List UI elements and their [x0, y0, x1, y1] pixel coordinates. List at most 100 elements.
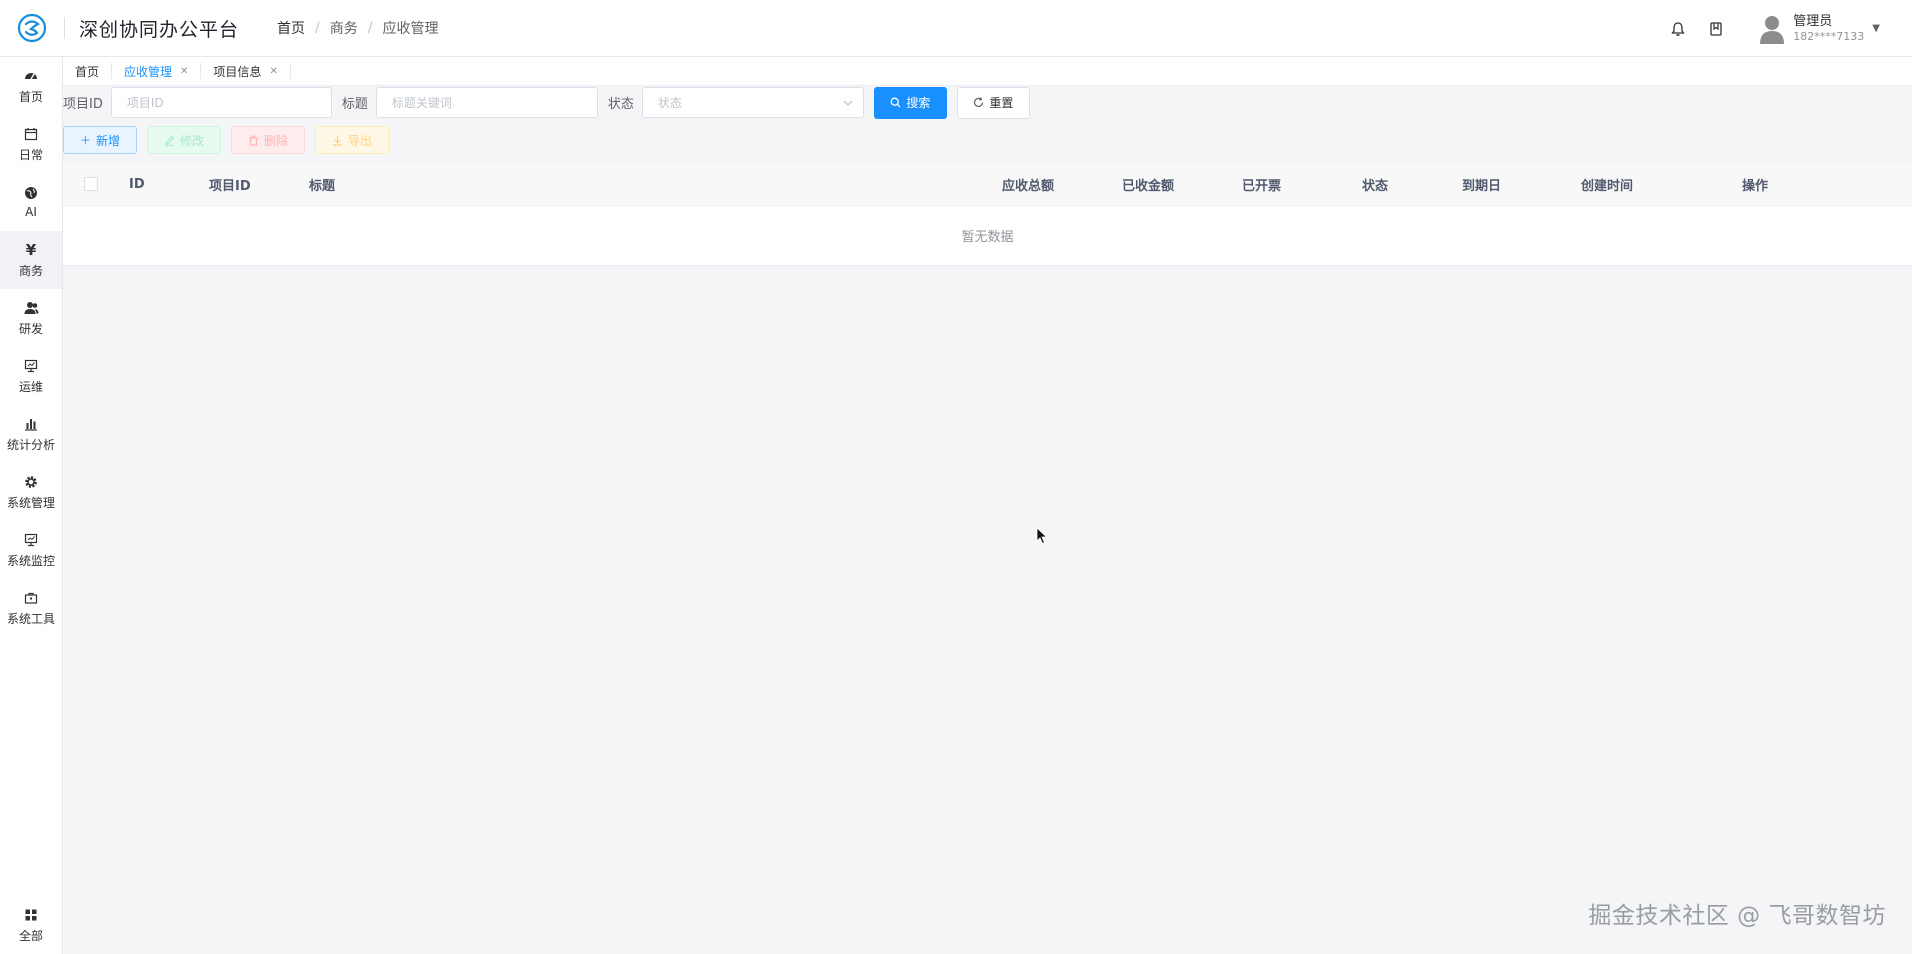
col-id: ID [129, 176, 145, 192]
breadcrumb-sep: / [315, 20, 320, 36]
tabs-bar: 首页 应收管理 ✕ 项目信息 ✕ [63, 57, 1912, 86]
logo-divider [64, 17, 65, 39]
breadcrumb-receivables: 应收管理 [382, 21, 439, 37]
download-icon [332, 135, 342, 146]
tab-project-info[interactable]: 项目信息 ✕ [201, 63, 291, 79]
tab-receivables[interactable]: 应收管理 ✕ [112, 63, 202, 79]
status-label: 状态 [607, 97, 634, 112]
plus-icon: ＋ [79, 134, 91, 147]
status-select-placeholder: 状态 [657, 96, 682, 110]
users-icon [23, 300, 39, 316]
user-phone: 182****7133 [1793, 29, 1865, 43]
sidebar-item-label: 运维 [18, 379, 43, 394]
sidebar-item-stats[interactable]: 统计分析 [0, 405, 62, 463]
avatar[interactable] [1759, 14, 1785, 44]
sidebar-item-ops[interactable]: 运维 [0, 347, 62, 405]
close-icon[interactable]: ✕ [180, 66, 188, 77]
add-button[interactable]: ＋ 新增 [63, 126, 137, 154]
sidebar-item-daily[interactable]: 日常 [0, 115, 62, 173]
delete-button[interactable]: 删除 [231, 126, 305, 154]
action-toolbar: ＋ 新增 修改 删除 导出 [63, 126, 399, 154]
sidebar-item-label: 系统工具 [6, 611, 55, 626]
project-id-label: 项目ID [63, 97, 103, 112]
sidebar-item-ai[interactable]: AI [0, 173, 62, 231]
top-header: 深创协同办公平台 首页 / 商务 / 应收管理 管理员 182****7133 … [0, 0, 1912, 57]
edit-icon [164, 135, 175, 146]
breadcrumb-sep: / [367, 20, 373, 36]
app-logo[interactable] [17, 13, 47, 43]
col-status: 状态 [1362, 178, 1389, 194]
sidebar-item-system-admin[interactable]: 系统管理 [0, 463, 62, 521]
sidebar-item-label: 统计分析 [6, 437, 55, 452]
tab-label: 项目信息 [213, 64, 262, 79]
breadcrumb: 首页 / 商务 / 应收管理 [277, 18, 438, 38]
user-info[interactable]: 管理员 182****7133 [1793, 14, 1864, 44]
reset-button[interactable]: 重置 [956, 86, 1030, 119]
breadcrumb-business: 商务 [329, 21, 358, 37]
col-actions: 操作 [1742, 178, 1769, 194]
edit-button[interactable]: 修改 [147, 126, 221, 154]
sidebar: 首页 日常 AI ¥ 商务 研发 运维 统计分析 系统管理 系统监控 系统工具 … [0, 57, 63, 954]
document-icon[interactable] [1707, 20, 1725, 38]
search-button-label: 搜索 [906, 96, 931, 110]
tab-label: 应收管理 [124, 64, 173, 79]
tab-label: 首页 [75, 64, 100, 79]
title-input[interactable]: 标题关键词 [375, 87, 598, 118]
receivables-table: ID 项目ID 标题 应收总额 已收金额 已开票 状态 到期日 创建时间 操作 … [63, 162, 1912, 266]
title-label: 标题 [341, 97, 368, 112]
sidebar-item-system-tools[interactable]: 系统工具 [0, 579, 62, 637]
caret-down-icon[interactable]: ▼ [1872, 23, 1880, 34]
app-title: 深创协同办公平台 [79, 18, 240, 41]
col-received-amount: 已收金额 [1122, 178, 1175, 194]
search-icon [890, 97, 901, 108]
calendar-icon [23, 126, 39, 142]
search-form: 项目ID 项目ID 标题 标题关键词 状态 状态 搜索 重置 [63, 86, 1030, 119]
col-receivable-total: 应收总额 [1002, 178, 1055, 194]
sidebar-item-all[interactable]: 全部 [0, 896, 62, 954]
sidebar-item-business[interactable]: ¥ 商务 [0, 231, 62, 289]
close-icon[interactable]: ✕ [269, 66, 277, 77]
sidebar-item-rd[interactable]: 研发 [0, 289, 62, 347]
edit-button-label: 修改 [179, 133, 204, 148]
select-all-cell[interactable] [84, 162, 98, 206]
chevron-down-icon [843, 100, 853, 106]
col-due-date: 到期日 [1462, 178, 1502, 194]
export-button-label: 导出 [347, 133, 372, 148]
monitor-icon [23, 358, 39, 374]
add-button-label: 新增 [95, 133, 120, 148]
tab-home[interactable]: 首页 [63, 63, 113, 79]
breadcrumb-home[interactable]: 首页 [277, 18, 305, 38]
search-button[interactable]: 搜索 [873, 86, 947, 119]
reset-button-label: 重置 [989, 96, 1014, 110]
monitor-icon [23, 532, 39, 548]
bar-chart-icon [23, 416, 39, 432]
status-select[interactable]: 状态 [641, 87, 864, 118]
sidebar-item-label: 系统监控 [6, 553, 55, 568]
project-id-input[interactable]: 项目ID [110, 87, 332, 118]
grid-icon [23, 907, 39, 923]
globe-icon [23, 185, 39, 201]
sidebar-item-label: 系统管理 [6, 495, 55, 510]
toolbox-icon [23, 590, 39, 606]
dashboard-icon [23, 68, 39, 84]
sidebar-item-label: 日常 [18, 147, 43, 162]
mouse-cursor-icon [1036, 527, 1048, 545]
header-right: 管理员 182****7133 ▼ [1669, 0, 1880, 57]
sidebar-item-label: AI [25, 205, 37, 219]
yen-icon: ¥ [25, 240, 37, 259]
user-name: 管理员 [1793, 13, 1833, 29]
bell-icon[interactable] [1669, 20, 1687, 38]
sidebar-item-home[interactable]: 首页 [0, 57, 62, 115]
export-button[interactable]: 导出 [315, 126, 389, 154]
sidebar-item-label: 全部 [18, 928, 43, 943]
watermark: 掘金技术社区 @ 飞哥数智坊 [1588, 903, 1886, 929]
sidebar-item-system-monitor[interactable]: 系统监控 [0, 521, 62, 579]
empty-text: 暂无数据 [961, 230, 1014, 245]
col-project-id: 项目ID [209, 178, 251, 194]
sidebar-item-label: 首页 [18, 89, 43, 104]
sidebar-item-label: 研发 [18, 321, 43, 336]
select-all-checkbox[interactable] [84, 177, 98, 191]
gear-icon [23, 474, 39, 490]
col-created-time: 创建时间 [1581, 178, 1634, 194]
refresh-icon [974, 97, 984, 107]
